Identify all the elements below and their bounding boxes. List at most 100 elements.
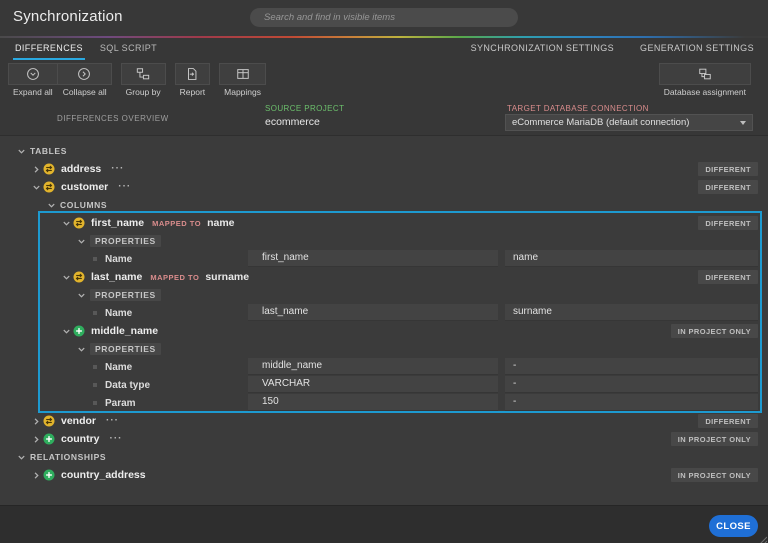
toolbar-group: Expand all Collapse all [8,63,112,97]
chevron-down-icon[interactable] [74,288,88,302]
different-icon [73,271,85,283]
tree-node-row[interactable]: country ··· IN PROJECT ONLY [0,430,768,448]
target-connection-select[interactable]: eCommerce MariaDB (default connection) [505,114,753,131]
expand-all-button[interactable]: Expand all [8,63,58,97]
status-badge: IN PROJECT ONLY [670,324,758,338]
tree-node-row[interactable]: first_name MAPPED TO name DIFFERENT [0,214,768,232]
source-project-value: ecommerce [265,116,320,128]
chevron-down-icon[interactable] [59,324,73,338]
differences-overview-bar: DIFFERENCES OVERVIEW SOURCE PROJECT ecom… [0,100,768,136]
chevron-down-icon[interactable] [59,216,73,230]
property-bullet-icon [93,311,97,315]
different-icon [43,181,55,193]
chevron-right-icon[interactable] [29,414,43,428]
resize-grip-icon[interactable] [757,532,768,543]
tree-section-row[interactable]: PROPERTIES [0,232,768,250]
close-button[interactable]: CLOSE [709,515,758,537]
section-label: RELATIONSHIPS [30,452,107,462]
tree-node-row[interactable]: vendor ··· DIFFERENT [0,412,768,430]
chevron-down-icon[interactable] [59,270,73,284]
tree-section-row[interactable]: RELATIONSHIPS [0,448,768,466]
target-value-cell[interactable]: name [505,250,758,267]
source-project-label: SOURCE PROJECT [265,104,345,113]
added-icon [73,325,85,337]
property-row[interactable]: Param 150- [0,394,768,412]
property-bullet-icon [93,257,97,261]
section-label: PROPERTIES [90,289,161,301]
tab-synchronization-settings[interactable]: SYNCHRONIZATION SETTINGS [469,38,616,60]
property-label: Name [105,307,133,319]
tree-section-row[interactable]: PROPERTIES [0,286,768,304]
node-label: address [61,163,102,175]
chevron-down-icon[interactable] [14,450,28,464]
chevron-down-icon [740,120,746,125]
mapped-target-name: surname [205,271,250,283]
database-assignment-icon [658,63,751,85]
source-value-cell[interactable]: last_name [248,304,498,321]
different-icon [73,217,85,229]
tree-section-row[interactable]: TABLES [0,142,768,160]
chevron-down-icon[interactable] [44,198,58,212]
property-bullet-icon [93,401,97,405]
toolbar-button-label: Mappings [224,87,261,97]
collapse-all-icon [57,63,112,85]
tab-bar: DIFFERENCES SQL SCRIPT SYNCHRONIZATION S… [0,38,768,60]
group-by-button[interactable]: Group by [120,63,166,97]
target-value-cell[interactable]: - [505,376,758,393]
target-value-cell[interactable]: surname [505,304,758,321]
tree-node-row[interactable]: customer ··· DIFFERENT [0,178,768,196]
status-badge: DIFFERENT [698,216,758,230]
mappings-icon [219,63,266,85]
chevron-down-icon[interactable] [74,342,88,356]
search-input[interactable] [250,8,518,27]
toolbar-group: Report [174,63,211,97]
tree-rows: TABLES address ··· DIFFERENT customer ··· DIFF… [0,142,768,484]
source-value-cell[interactable]: first_name [248,250,498,267]
chevron-down-icon[interactable] [29,180,43,194]
source-value-cell[interactable]: middle_name [248,358,498,375]
status-badge: IN PROJECT ONLY [670,432,758,446]
more-options-button[interactable]: ··· [110,434,123,444]
tab-differences[interactable]: DIFFERENCES [13,38,85,60]
target-value-cell[interactable]: - [505,358,758,375]
header: Synchronization [0,0,768,36]
tree-section-row[interactable]: PROPERTIES [0,340,768,358]
toolbar-button-label: Database assignment [663,87,746,97]
property-row[interactable]: Name last_name surname [0,304,768,322]
chevron-down-icon[interactable] [74,234,88,248]
target-value-cell[interactable]: - [505,394,758,411]
chevron-right-icon[interactable] [29,162,43,176]
tree-section-row[interactable]: COLUMNS [0,196,768,214]
toolbar-button-label: Report [179,87,206,97]
property-row[interactable]: Name first_name name [0,250,768,268]
toolbar-group: Group by [120,63,166,97]
tree-node-row[interactable]: middle_name IN PROJECT ONLY [0,322,768,340]
database-assignment-button[interactable]: Database assignment [658,63,751,97]
tab-generation-settings[interactable]: GENERATION SETTINGS [638,38,756,60]
chevron-right-icon[interactable] [29,432,43,446]
section-label: COLUMNS [60,200,108,210]
more-options-button[interactable]: ··· [111,164,124,174]
differences-overview-label: DIFFERENCES OVERVIEW [57,114,169,123]
tree-node-row[interactable]: address ··· DIFFERENT [0,160,768,178]
source-value-cell[interactable]: VARCHAR [248,376,498,393]
source-value-cell[interactable]: 150 [248,394,498,411]
tab-sql-script[interactable]: SQL SCRIPT [98,38,159,60]
report-button[interactable]: Report [174,63,211,97]
chevron-right-icon[interactable] [29,468,43,482]
tree-node-row[interactable]: last_name MAPPED TO surname DIFFERENT [0,268,768,286]
chevron-down-icon[interactable] [14,144,28,158]
more-options-button[interactable]: ··· [106,416,119,426]
collapse-all-button[interactable]: Collapse all [57,63,112,97]
property-row[interactable]: Name middle_name - [0,358,768,376]
toolbar: Expand all Collapse all Group by Report Mapp… [0,60,768,100]
node-label: first_name [91,217,145,229]
added-icon [43,469,55,481]
tree-node-row[interactable]: country_address IN PROJECT ONLY [0,466,768,484]
toolbar-group: Database assignment [658,63,751,97]
mappings-button[interactable]: Mappings [219,63,266,97]
group-by-icon [120,63,166,85]
property-row[interactable]: Data type VARCHAR - [0,376,768,394]
mapped-target-name: name [207,217,235,229]
more-options-button[interactable]: ··· [118,182,131,192]
